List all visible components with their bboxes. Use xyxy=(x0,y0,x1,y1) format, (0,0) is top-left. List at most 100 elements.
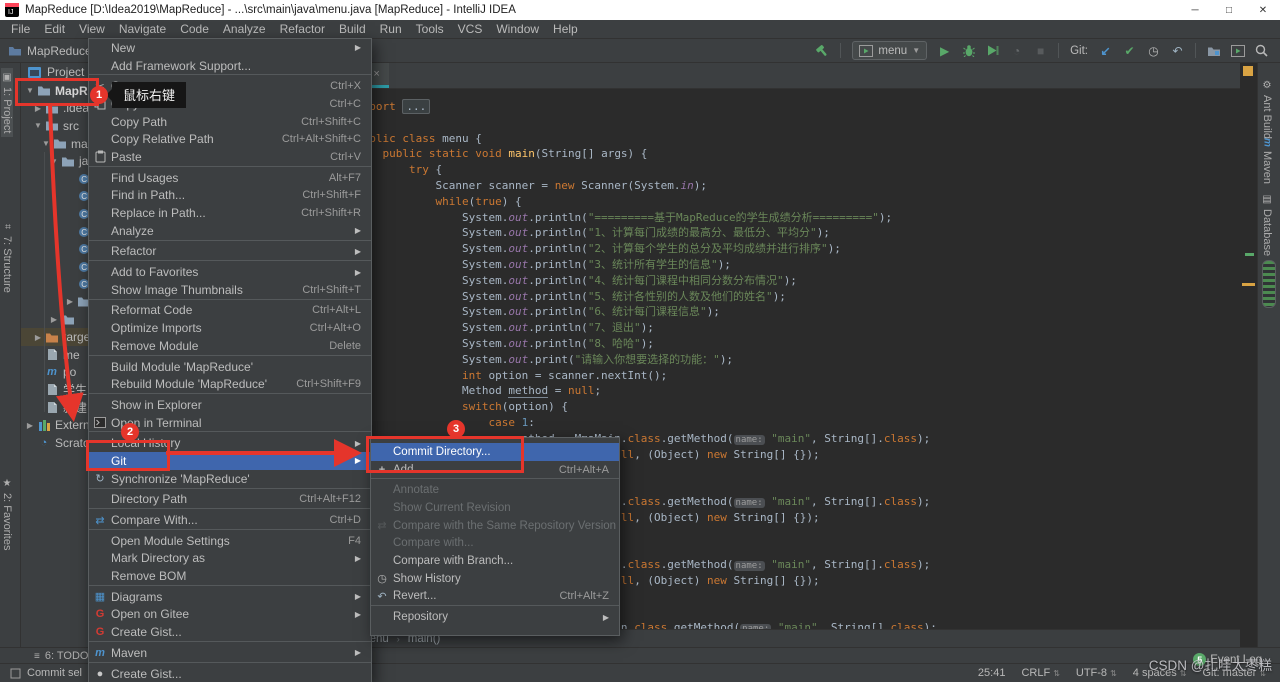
context-menu-diagrams[interactable]: ▦ Diagrams ▶ xyxy=(89,588,371,606)
tool-tab-2-favorites[interactable]: ★ 2: Favorites xyxy=(1,478,13,550)
context-menu-create-gist[interactable]: ● Create Gist... xyxy=(89,665,371,682)
scratch-icon: ◔ xyxy=(40,436,48,449)
context-menu-replace-in-path[interactable]: Replace in Path... Ctrl+Shift+R xyxy=(89,204,371,222)
line-separator-widget[interactable]: CRLF ⇅ xyxy=(1021,667,1059,679)
menubar-edit[interactable]: Edit xyxy=(37,22,72,36)
tool-tab-ant-build[interactable]: ⚙ Ant Build xyxy=(1261,80,1273,139)
encoding-widget[interactable]: UTF-8 ⇅ xyxy=(1076,667,1117,679)
search-button[interactable] xyxy=(1251,41,1272,61)
status-icon xyxy=(10,668,21,679)
submenu-arrow-icon: ▶ xyxy=(354,456,361,466)
context-menu-remove-bom[interactable]: Remove BOM xyxy=(89,567,371,585)
git-menu-show-history[interactable]: ◷ Show History xyxy=(371,570,619,588)
context-menu-find-in-path[interactable]: Find in Path... Ctrl+Shift+F xyxy=(89,187,371,205)
context-menu-refactor[interactable]: Refactor ▶ xyxy=(89,243,371,261)
code-line: System.out.println("4、统计每门课程中相同分数分布情况"); xyxy=(356,273,797,287)
context-menu-optimize-imports[interactable]: Optimize Imports Ctrl+Alt+O xyxy=(89,319,371,337)
context-menu-open-module-settings[interactable]: Open Module Settings F4 xyxy=(89,532,371,550)
stop-button[interactable]: ■ xyxy=(1030,41,1051,61)
minimize-button[interactable]: ─ xyxy=(1178,0,1212,20)
close-button[interactable]: ✕ xyxy=(1246,0,1280,20)
check-button[interactable]: ✔ xyxy=(1119,41,1140,61)
run-button[interactable]: ▶ xyxy=(934,41,955,61)
code-line: System.out.println("7、退出"); xyxy=(356,321,654,335)
menubar-help[interactable]: Help xyxy=(546,22,585,36)
profiler-button[interactable]: ◔ xyxy=(1006,41,1027,61)
context-menu-mark-directory-as[interactable]: Mark Directory as ▶ xyxy=(89,550,371,568)
tree-toggle-icon[interactable]: ▶ xyxy=(48,315,60,324)
undo-button[interactable]: ↶ xyxy=(1167,41,1188,61)
tree-toggle-icon[interactable]: ▶ xyxy=(24,421,36,430)
tool-folder-button[interactable] xyxy=(1203,41,1224,61)
menubar-analyze[interactable]: Analyze xyxy=(216,22,273,36)
context-menu-remove-module[interactable]: Remove Module Delete xyxy=(89,337,371,355)
context-menu-open-on-gitee[interactable]: G Open on Gitee ▶ xyxy=(89,606,371,624)
menu-item-label: Analyze xyxy=(111,223,154,238)
annotation-tooltip: 鼠标右键 xyxy=(105,82,187,108)
tree-toggle-icon[interactable]: ▶ xyxy=(64,297,76,306)
context-menu-add-framework-support[interactable]: Add Framework Support... xyxy=(89,57,371,75)
menu-separator xyxy=(89,239,371,242)
menu-item-label: Add to Favorites xyxy=(111,265,199,280)
tab-todo[interactable]: 6: TODO xyxy=(45,650,89,662)
context-menu-new[interactable]: New ▶ xyxy=(89,39,371,57)
context-menu-reformat-code[interactable]: Reformat Code Ctrl+Alt+L xyxy=(89,302,371,320)
context-menu-maven[interactable]: m Maven ▶ xyxy=(89,644,371,662)
context-menu-analyze[interactable]: Analyze ▶ xyxy=(89,222,371,240)
breadcrumb-module[interactable]: MapReduce xyxy=(27,44,92,58)
coverage-button[interactable] xyxy=(982,41,1003,61)
context-menu-rebuild-module-mapreduce[interactable]: Rebuild Module 'MapReduce' Ctrl+Shift+F9 xyxy=(89,375,371,393)
git-menu-revert[interactable]: ↶ Revert... Ctrl+Alt+Z xyxy=(371,588,619,606)
menubar-navigate[interactable]: Navigate xyxy=(112,22,173,36)
context-menu-compare-with[interactable]: ⇄ Compare With... Ctrl+D xyxy=(89,511,371,529)
caret-position[interactable]: 25:41 xyxy=(978,667,1006,679)
context-menu-copy-path[interactable]: Copy Path Ctrl+Shift+C xyxy=(89,113,371,131)
tool-tab-maven[interactable]: m Maven xyxy=(1261,138,1273,184)
annotation-box-commit xyxy=(366,436,524,473)
menubar-window[interactable]: Window xyxy=(489,22,546,36)
context-menu-show-image-thumbnails[interactable]: Show Image Thumbnails Ctrl+Shift+T xyxy=(89,281,371,299)
menubar-run[interactable]: Run xyxy=(373,22,409,36)
run-configuration-select[interactable]: menu ▼ xyxy=(852,41,928,60)
memory-indicator[interactable] xyxy=(1262,260,1276,308)
tree-toggle-icon[interactable]: ▼ xyxy=(32,121,44,130)
context-menu-find-usages[interactable]: Find Usages Alt+F7 xyxy=(89,169,371,187)
tree-toggle-icon[interactable]: ▼ xyxy=(40,139,52,148)
clock-button[interactable]: ◷ xyxy=(1143,41,1164,61)
git-down-button[interactable]: ↙ xyxy=(1095,41,1116,61)
context-menu-paste[interactable]: Paste Ctrl+V xyxy=(89,148,371,166)
context-menu-build-module-mapreduce[interactable]: Build Module 'MapReduce' xyxy=(89,358,371,376)
context-menu-add-to-favorites[interactable]: Add to Favorites ▶ xyxy=(89,263,371,281)
menubar-view[interactable]: View xyxy=(72,22,112,36)
menubar-build[interactable]: Build xyxy=(332,22,373,36)
menubar-vcs[interactable]: VCS xyxy=(451,22,490,36)
context-menu-synchronize-mapreduce[interactable]: ↻ Synchronize 'MapReduce' xyxy=(89,470,371,488)
menu-item-shortcut: Ctrl+Alt+L xyxy=(312,304,361,317)
tool-tab-7-structure[interactable]: ⌗ 7: Structure xyxy=(1,222,13,293)
tool-tab-database[interactable]: ▤ Database xyxy=(1261,194,1273,256)
breadcrumb[interactable]: MapReduce xyxy=(0,44,92,58)
debug-button[interactable] xyxy=(958,41,979,61)
menubar-refactor[interactable]: Refactor xyxy=(273,22,332,36)
git-menu-repository[interactable]: Repository ▶ xyxy=(371,608,619,626)
maximize-button[interactable]: □ xyxy=(1212,0,1246,20)
tool-tab-1-project[interactable]: ▣ 1: Project xyxy=(1,68,13,138)
tool-run-button[interactable] xyxy=(1227,41,1248,61)
tree-toggle-icon[interactable]: ▼ xyxy=(48,157,60,166)
git-menu-compare-with-branch[interactable]: Compare with Branch... xyxy=(371,552,619,570)
editor-scrollbar[interactable] xyxy=(1240,62,1258,630)
context-menu-copy-relative-path[interactable]: Copy Relative Path Ctrl+Alt+Shift+C xyxy=(89,130,371,148)
menubar-tools[interactable]: Tools xyxy=(409,22,451,36)
tree-toggle-icon[interactable]: ▶ xyxy=(32,333,44,342)
context-menu-directory-path[interactable]: Directory Path Ctrl+Alt+F12 xyxy=(89,491,371,509)
hammer-button[interactable] xyxy=(812,41,833,61)
left-tool-strip: ▣ 1: Project ⌗ 7: Structure ★ 2: Favorites xyxy=(0,62,21,648)
context-menu-show-in-explorer[interactable]: Show in Explorer xyxy=(89,396,371,414)
tree-item-label: po xyxy=(63,365,77,380)
menubar-code[interactable]: Code xyxy=(173,22,216,36)
context-menu-create-gist[interactable]: G Create Gist... xyxy=(89,623,371,641)
menubar-file[interactable]: File xyxy=(4,22,37,36)
tab-close-icon[interactable]: × xyxy=(373,68,379,80)
menu-item-label: Show in Explorer xyxy=(111,397,202,412)
error-stripe-status xyxy=(1243,66,1253,76)
